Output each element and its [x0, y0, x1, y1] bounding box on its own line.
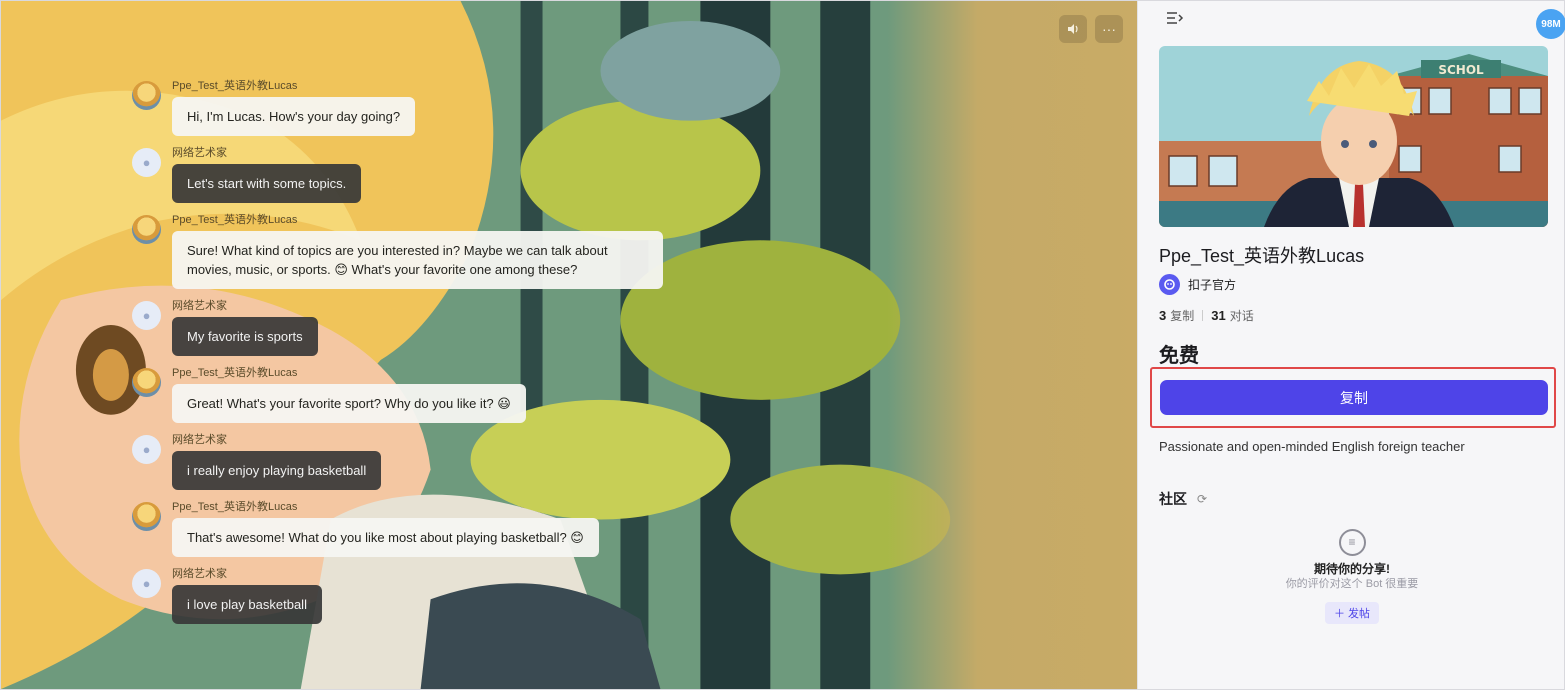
chats-stat: 31 对话: [1211, 308, 1254, 323]
bot-stats: 3 复制 31 对话: [1159, 307, 1254, 324]
message-bubble: Let's start with some topics.: [172, 164, 362, 203]
user-avatar: ●: [132, 148, 161, 177]
bot-avatar: [132, 81, 161, 110]
message-sender: 网络艺术家: [172, 300, 227, 312]
collapse-panel-icon[interactable]: [1166, 11, 1184, 27]
community-empty-state: ≡ 期待你的分享! 你的评价对这个 Bot 很重要 ＋ 发帖: [1138, 529, 1565, 624]
message-sender: 网络艺术家: [172, 434, 227, 446]
message-bot: Ppe_Test_英语外教Lucas Hi, I'm Lucas. How's …: [132, 79, 692, 136]
message-bubble: That's awesome! What do you like most ab…: [172, 518, 599, 557]
user-icon: ●: [142, 308, 151, 323]
stats-divider: [1202, 310, 1204, 321]
bot-info-panel: 98M SCHOL Ppe_Test_英语外教Lucas 扣子官方 3 复制 3…: [1137, 0, 1565, 690]
user-icon: ●: [142, 442, 151, 457]
bot-author[interactable]: 扣子官方: [1159, 274, 1236, 295]
price-label: 免费: [1159, 345, 1199, 367]
message-sender: Ppe_Test_英语外教Lucas: [172, 501, 298, 513]
comment-icon: ≡: [1338, 529, 1366, 556]
school-sign-text: SCHOL: [1438, 63, 1484, 77]
bot-cover-image: SCHOL: [1159, 46, 1548, 227]
cover-illustration: SCHOL: [1159, 46, 1548, 227]
community-header: 社区 ⟳: [1159, 489, 1207, 509]
bot-name: Ppe_Test_英语外教Lucas: [1159, 246, 1365, 266]
message-user: ● 网络艺术家 i love play basketball: [132, 567, 692, 624]
message-bot: Ppe_Test_英语外教Lucas Great! What's your fa…: [132, 366, 692, 423]
message-bubble: Great! What's your favorite sport? Why d…: [172, 384, 526, 423]
message-bot: Ppe_Test_英语外教Lucas Sure! What kind of to…: [132, 213, 692, 289]
message-bubble: Hi, I'm Lucas. How's your day going?: [172, 97, 416, 136]
user-avatar: ●: [132, 569, 161, 598]
bot-avatar: [132, 215, 161, 244]
user-icon: ●: [142, 155, 151, 170]
message-bubble: My favorite is sports: [172, 317, 318, 356]
author-name: 扣子官方: [1188, 278, 1237, 292]
speaker-icon[interactable]: [1059, 15, 1087, 43]
community-title: 社区: [1159, 491, 1187, 507]
message-bubble: i love play basketball: [172, 585, 322, 624]
user-avatar: ●: [132, 435, 161, 464]
bot-avatar: [132, 502, 161, 531]
message-list: Ppe_Test_英语外教Lucas Hi, I'm Lucas. How's …: [132, 79, 692, 634]
message-sender: Ppe_Test_英语外教Lucas: [172, 80, 298, 92]
message-sender: Ppe_Test_英语外教Lucas: [172, 214, 298, 226]
empty-title: 期待你的分享!: [1314, 562, 1390, 576]
memory-badge: 98M: [1536, 9, 1565, 39]
copies-stat: 3 复制: [1159, 308, 1195, 323]
message-bot: Ppe_Test_英语外教Lucas That's awesome! What …: [132, 500, 692, 557]
chat-area: ··· Ppe_Test_英语外教Lucas Hi, I'm Lucas. Ho…: [0, 0, 1137, 690]
message-bubble: i really enjoy playing basketball: [172, 451, 382, 490]
empty-subtitle: 你的评价对这个 Bot 很重要: [1285, 578, 1419, 590]
post-button[interactable]: ＋ 发帖: [1324, 602, 1380, 624]
message-sender: 网络艺术家: [172, 147, 227, 159]
author-avatar-icon: [1159, 274, 1180, 295]
refresh-icon[interactable]: ⟳: [1197, 492, 1207, 506]
message-bubble: Sure! What kind of topics are you intere…: [172, 231, 663, 289]
message-sender: 网络艺术家: [172, 568, 227, 580]
message-user: ● 网络艺术家 i really enjoy playing basketbal…: [132, 433, 692, 490]
copy-bot-button[interactable]: 复制: [1160, 380, 1548, 415]
user-icon: ●: [142, 576, 151, 591]
message-user: ● 网络艺术家 My favorite is sports: [132, 299, 692, 356]
message-user: ● 网络艺术家 Let's start with some topics.: [132, 146, 692, 203]
message-sender: Ppe_Test_英语外教Lucas: [172, 367, 298, 379]
chat-toolbar: ···: [1059, 15, 1123, 43]
user-avatar: ●: [132, 301, 161, 330]
more-icon[interactable]: ···: [1095, 15, 1123, 43]
bot-avatar: [132, 368, 161, 397]
bot-description: Passionate and open-minded English forei…: [1159, 439, 1465, 454]
